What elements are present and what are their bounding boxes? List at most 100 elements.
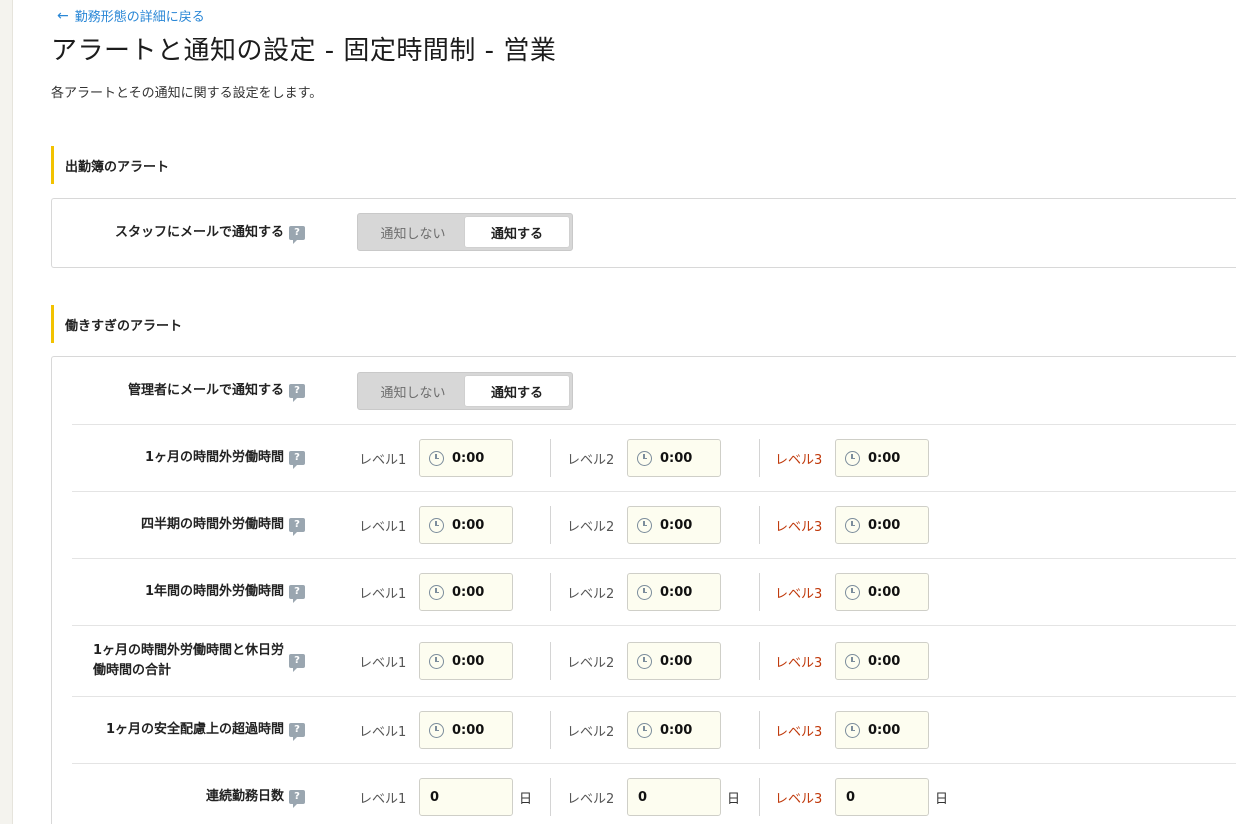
divider	[759, 778, 760, 816]
time-value: 0:00	[452, 517, 485, 533]
level-1-group: レベル1 0 日	[359, 778, 532, 816]
level-label: レベル1	[359, 586, 407, 602]
row-label: 1ヶ月の時間外労働時間 ?	[72, 425, 305, 491]
level-2-group: レベル2 0:00	[567, 642, 721, 680]
time-input[interactable]: 0:00	[835, 573, 929, 611]
divider	[759, 506, 760, 544]
row-label: 管理者にメールで通知する ?	[72, 357, 305, 424]
clock-icon	[637, 450, 652, 466]
row-label-text: 1ヶ月の時間外労働時間	[144, 450, 284, 465]
time-input[interactable]: 0:00	[627, 439, 721, 477]
notify-toggle: 通知しない 通知する	[357, 213, 573, 251]
unit-label: 日	[519, 791, 533, 807]
row-label-text: 1ヶ月の安全配慮上の超過時間	[105, 722, 284, 737]
time-input[interactable]: 0:00	[627, 573, 721, 611]
level-2-group: レベル2 0:00	[567, 439, 721, 477]
level-1-group: レベル1 0:00	[359, 439, 513, 477]
divider	[759, 573, 760, 611]
back-link[interactable]: ← 勤務形態の詳細に戻る	[57, 6, 205, 26]
time-value: 0:00	[452, 450, 485, 466]
days-input[interactable]: 0	[627, 778, 721, 816]
level-1-group: レベル1 0:00	[359, 506, 513, 544]
time-input[interactable]: 0:00	[419, 711, 513, 749]
divider	[550, 439, 551, 477]
help-icon[interactable]: ?	[289, 226, 305, 244]
level-3-group: レベル3 0:00	[775, 642, 929, 680]
time-value: 0:00	[660, 517, 693, 533]
help-icon[interactable]: ?	[289, 654, 305, 672]
time-value: 0:00	[868, 517, 901, 533]
level-2-group: レベル2 0:00	[567, 711, 721, 749]
days-value: 0	[638, 789, 648, 805]
row-label-text: スタッフにメールで通知する	[114, 225, 284, 240]
level-label: レベル1	[359, 519, 407, 535]
unit-label: 日	[935, 791, 949, 807]
time-value: 0:00	[868, 653, 901, 669]
days-input[interactable]: 0	[835, 778, 929, 816]
divider	[550, 642, 551, 680]
time-input[interactable]: 0:00	[419, 439, 513, 477]
time-input[interactable]: 0:00	[835, 506, 929, 544]
level-label: レベル2	[567, 519, 615, 535]
row-label-text: 連続勤務日数	[205, 789, 284, 804]
clock-icon	[845, 653, 860, 669]
clock-icon	[845, 722, 860, 738]
level-label: レベル3	[775, 586, 823, 602]
row-label: 1年間の時間外労働時間 ?	[72, 559, 305, 625]
help-icon[interactable]: ?	[289, 451, 305, 469]
main-content: ← 勤務形態の詳細に戻る アラートと通知の設定 - 固定時間制 - 営業 各アラ…	[12, 0, 1236, 824]
help-icon[interactable]: ?	[289, 790, 305, 808]
time-value: 0:00	[452, 653, 485, 669]
row-label: 1ヶ月の時間外労働時間と休日労 働時間の合計 ?	[72, 626, 305, 696]
time-value: 0:00	[660, 722, 693, 738]
help-icon[interactable]: ?	[289, 585, 305, 603]
clock-icon	[429, 653, 444, 669]
time-value: 0:00	[452, 584, 485, 600]
section-heading-overwork: 働きすぎのアラート	[51, 305, 182, 343]
clock-icon	[429, 450, 444, 466]
help-icon[interactable]: ?	[289, 723, 305, 741]
clock-icon	[845, 517, 860, 533]
help-icon[interactable]: ?	[289, 383, 305, 402]
page-description: 各アラートとその通知に関する設定をします。	[51, 86, 323, 101]
level-2-group: レベル2 0:00	[567, 506, 721, 544]
days-input[interactable]: 0	[419, 778, 513, 816]
page-title: アラートと通知の設定 - 固定時間制 - 営業	[51, 36, 557, 66]
row-consecutive-days: 連続勤務日数 ? レベル1 0 日 レベル2 0 日 レベル3 0 日	[72, 763, 1236, 824]
time-input[interactable]: 0:00	[835, 711, 929, 749]
level-label: レベル2	[567, 586, 615, 602]
time-value: 0:00	[868, 722, 901, 738]
time-input[interactable]: 0:00	[419, 573, 513, 611]
toggle-option-off[interactable]: 通知しない	[361, 376, 465, 406]
row-quarterly-overtime: 四半期の時間外労働時間 ? レベル1 0:00 レベル2 0:00 レベル3 0…	[72, 491, 1236, 558]
divider	[759, 439, 760, 477]
row-label-text: 1ヶ月の時間外労働時間と休日労 働時間の合計	[93, 641, 284, 681]
toggle-option-off[interactable]: 通知しない	[361, 217, 465, 247]
time-input[interactable]: 0:00	[835, 642, 929, 680]
level-3-group: レベル3 0:00	[775, 573, 929, 611]
level-label: レベル3	[775, 791, 823, 807]
time-input[interactable]: 0:00	[627, 642, 721, 680]
time-input[interactable]: 0:00	[419, 642, 513, 680]
time-input[interactable]: 0:00	[627, 711, 721, 749]
clock-icon	[845, 584, 860, 600]
time-input[interactable]: 0:00	[419, 506, 513, 544]
clock-icon	[637, 722, 652, 738]
level-label: レベル1	[359, 655, 407, 671]
help-icon[interactable]: ?	[289, 518, 305, 536]
toggle-option-on[interactable]: 通知する	[465, 376, 569, 406]
time-input[interactable]: 0:00	[835, 439, 929, 477]
divider	[550, 778, 551, 816]
divider	[550, 573, 551, 611]
row-label-text: 管理者にメールで通知する	[127, 382, 284, 398]
clock-icon	[637, 517, 652, 533]
time-input[interactable]: 0:00	[627, 506, 721, 544]
clock-icon	[429, 584, 444, 600]
row-label: 四半期の時間外労働時間 ?	[72, 492, 305, 558]
level-label: レベル3	[775, 519, 823, 535]
time-value: 0:00	[868, 450, 901, 466]
level-label: レベル1	[359, 791, 407, 807]
toggle-option-on[interactable]: 通知する	[465, 217, 569, 247]
clock-icon	[845, 450, 860, 466]
level-label: レベル3	[775, 452, 823, 468]
